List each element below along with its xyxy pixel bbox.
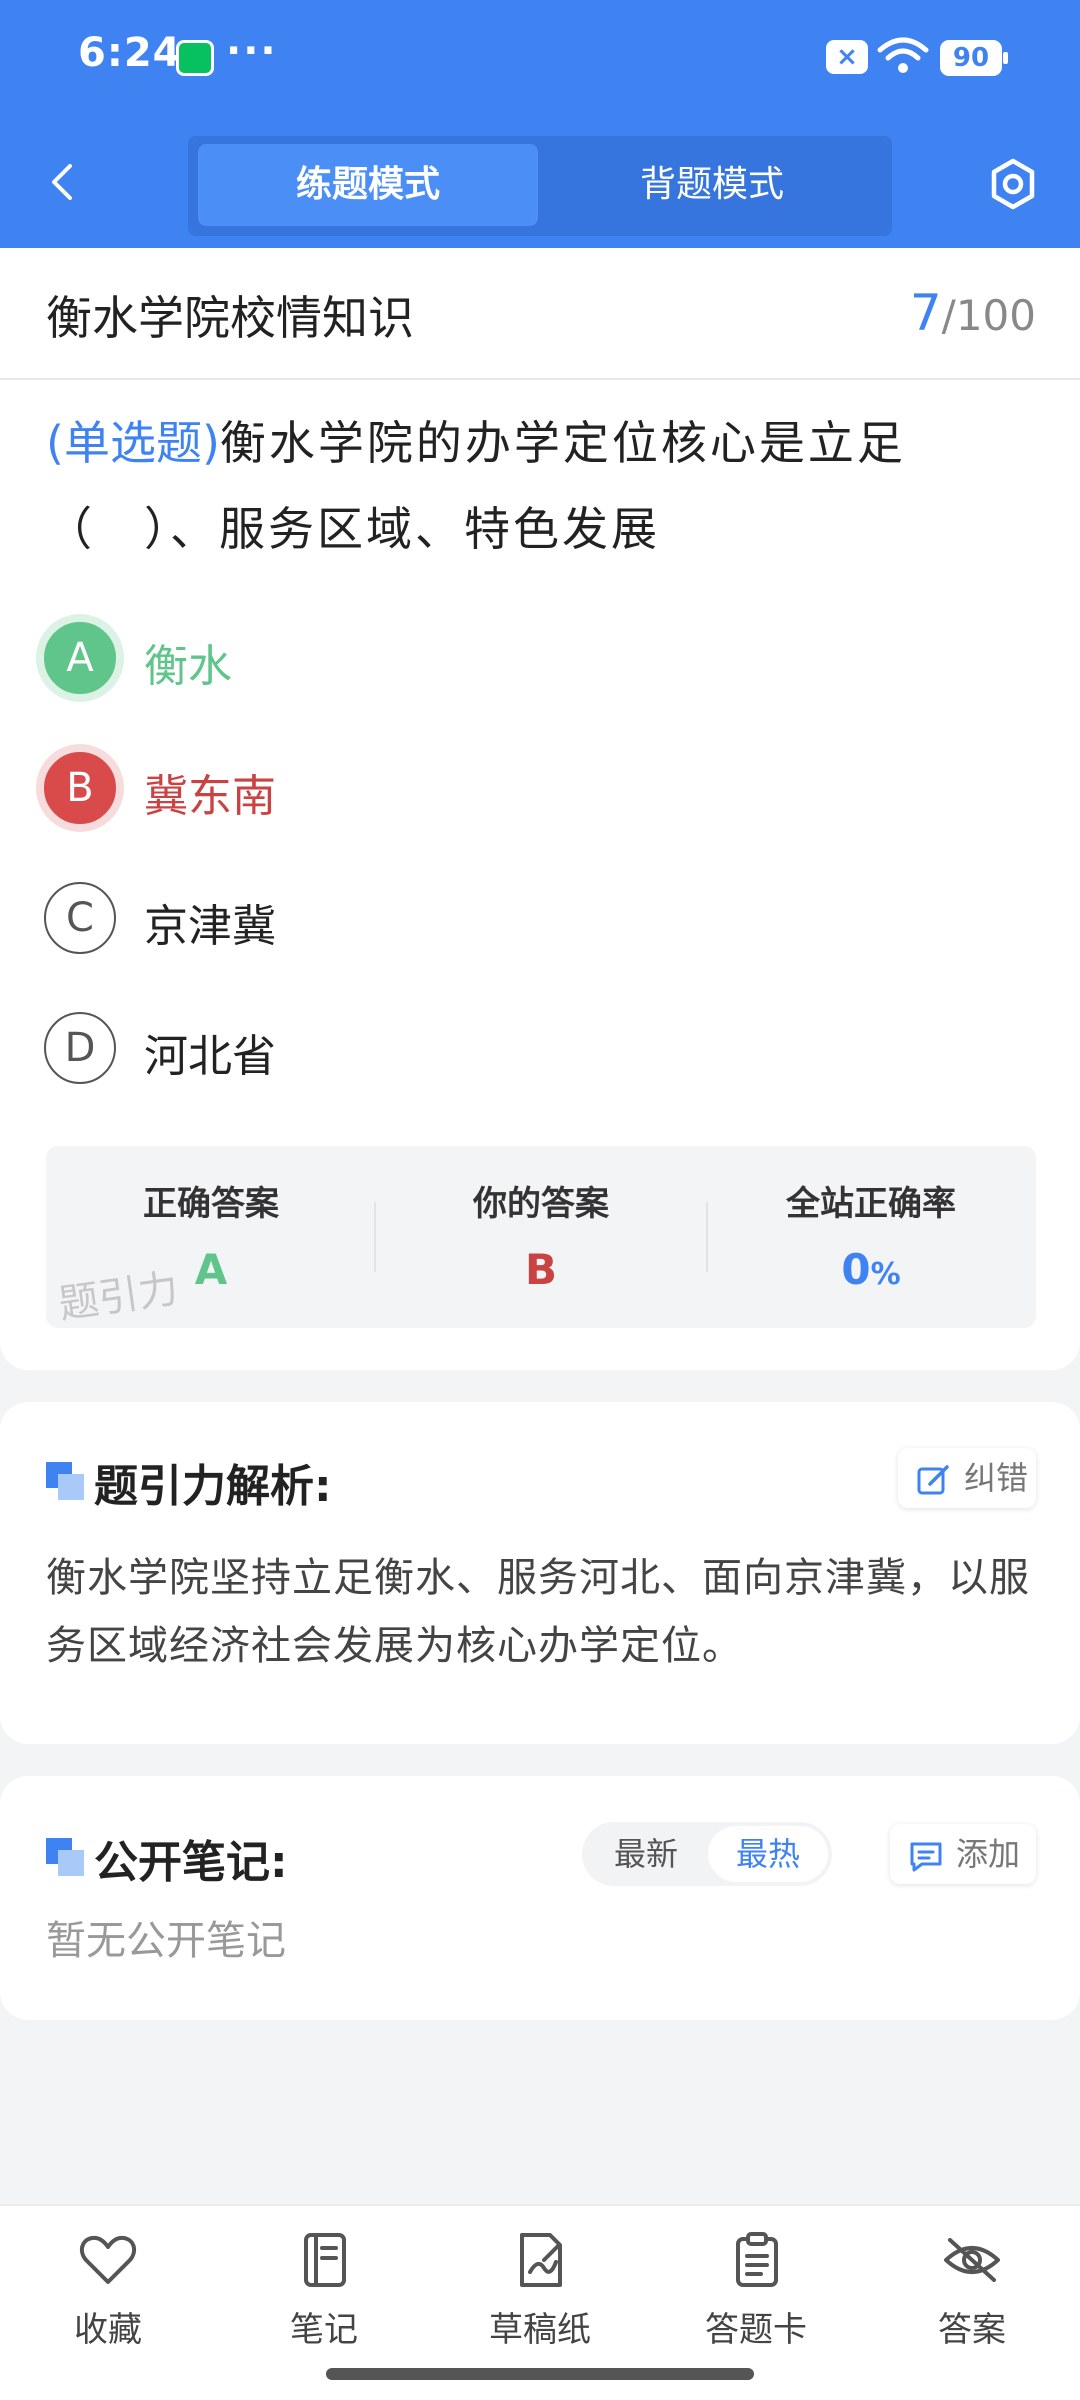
sort-latest[interactable]: 最新 [586, 1826, 706, 1882]
empty-notes-text: 暂无公开笔记 [46, 1918, 286, 1964]
option-b-badge: B [44, 752, 116, 824]
notes-title: 公开笔记: [94, 1837, 288, 1888]
accuracy-label: 全站正确率 [786, 1184, 956, 1224]
progress-current: 7 [909, 284, 942, 342]
section-title: 衡水学院校情知识 [46, 291, 414, 345]
option-b-text: 冀东南 [144, 771, 276, 822]
your-answer-value: B [524, 1245, 557, 1294]
report-error-label: 纠错 [964, 1459, 1029, 1497]
nav-answer[interactable]: 答案 [892, 2232, 1052, 2351]
correct-answer-label: 正确答案 [143, 1184, 279, 1224]
comment-icon [910, 1842, 942, 1872]
option-a-text: 衡水 [144, 641, 232, 692]
nav-answer-label: 答案 [938, 2310, 1006, 2350]
option-d-text: 河北省 [144, 1031, 276, 1082]
wifi-icon [877, 37, 929, 73]
back-icon[interactable] [40, 160, 84, 204]
eye-off-icon [944, 2238, 1000, 2282]
nav-favorite-label: 收藏 [74, 2310, 142, 2350]
nav-answer-sheet-label: 答题卡 [705, 2310, 807, 2350]
analysis-section-icon [46, 1462, 86, 1502]
analysis-title: 题引力解析: [94, 1461, 332, 1512]
your-answer-col: 你的答案 B [376, 1176, 706, 1294]
settings-icon[interactable] [986, 156, 1040, 212]
sort-hottest[interactable]: 最热 [708, 1826, 828, 1882]
nav-favorite[interactable]: 收藏 [28, 2232, 188, 2351]
notes-card [0, 1776, 1080, 2020]
option-d[interactable]: D 河北省 [44, 1012, 944, 1088]
edit-icon [917, 1465, 949, 1495]
more-notifications-icon: ··· [226, 28, 278, 74]
option-c[interactable]: C 京津冀 [44, 882, 944, 958]
accuracy-value: 0% [706, 1245, 1036, 1294]
wechat-notification-icon [176, 40, 214, 76]
home-indicator[interactable] [326, 2368, 754, 2380]
no-sim-icon: × [826, 40, 868, 74]
progress-total: /100 [941, 291, 1036, 340]
question-progress: 7/100 [910, 284, 1036, 342]
nav-draft[interactable]: 草稿纸 [460, 2232, 620, 2351]
divider [0, 378, 1080, 380]
report-error-button[interactable]: 纠错 [898, 1448, 1036, 1508]
notes-section-icon [46, 1838, 86, 1878]
result-summary: 正确答案 A 你的答案 B 全站正确率 0% 题引力 [46, 1146, 1036, 1328]
add-note-label: 添加 [956, 1835, 1021, 1873]
option-b[interactable]: B 冀东南 [44, 752, 944, 828]
nav-answer-sheet[interactable]: 答题卡 [676, 2232, 836, 2351]
question-type: (单选题) [46, 416, 220, 470]
answer-sheet-icon [736, 2232, 778, 2287]
nav-notes-label: 笔记 [290, 2310, 358, 2350]
nav-notes[interactable]: 笔记 [244, 2232, 404, 2351]
your-answer-label: 你的答案 [473, 1184, 609, 1224]
option-c-badge: C [44, 882, 116, 954]
battery-icon: 90 [940, 40, 1008, 76]
tab-memorize-mode[interactable]: 背题模式 [542, 144, 882, 226]
option-a-badge: A [44, 622, 116, 694]
option-d-badge: D [44, 1012, 116, 1084]
add-note-button[interactable]: 添加 [890, 1824, 1036, 1884]
notebook-icon [304, 2233, 346, 2287]
question-text: (单选题)衡水学院的办学定位核心是立足（ ）、服务区域、特色发展 [46, 400, 1036, 572]
option-a[interactable]: A 衡水 [44, 622, 944, 698]
analysis-text: 衡水学院坚持立足衡水、服务河北、面向京津冀，以服务区域经济社会发展为核心办学定位… [46, 1555, 1030, 1669]
accuracy-col: 全站正确率 0% [706, 1176, 1036, 1294]
option-c-text: 京津冀 [144, 901, 276, 952]
notes-sort-toggle: 最新 最热 [582, 1822, 832, 1886]
status-time: 6:24 [78, 30, 182, 76]
heart-icon [79, 2235, 137, 2284]
draft-paper-icon [520, 2233, 562, 2287]
accuracy-number: 0 [841, 1245, 871, 1294]
mode-switch: 练题模式 背题模式 [188, 136, 892, 236]
nav-draft-label: 草稿纸 [489, 2310, 591, 2350]
status-bar: 6:24 ··· × 90 [0, 0, 1080, 120]
accuracy-unit: % [870, 1257, 901, 1292]
tab-practice-mode[interactable]: 练题模式 [198, 144, 538, 226]
